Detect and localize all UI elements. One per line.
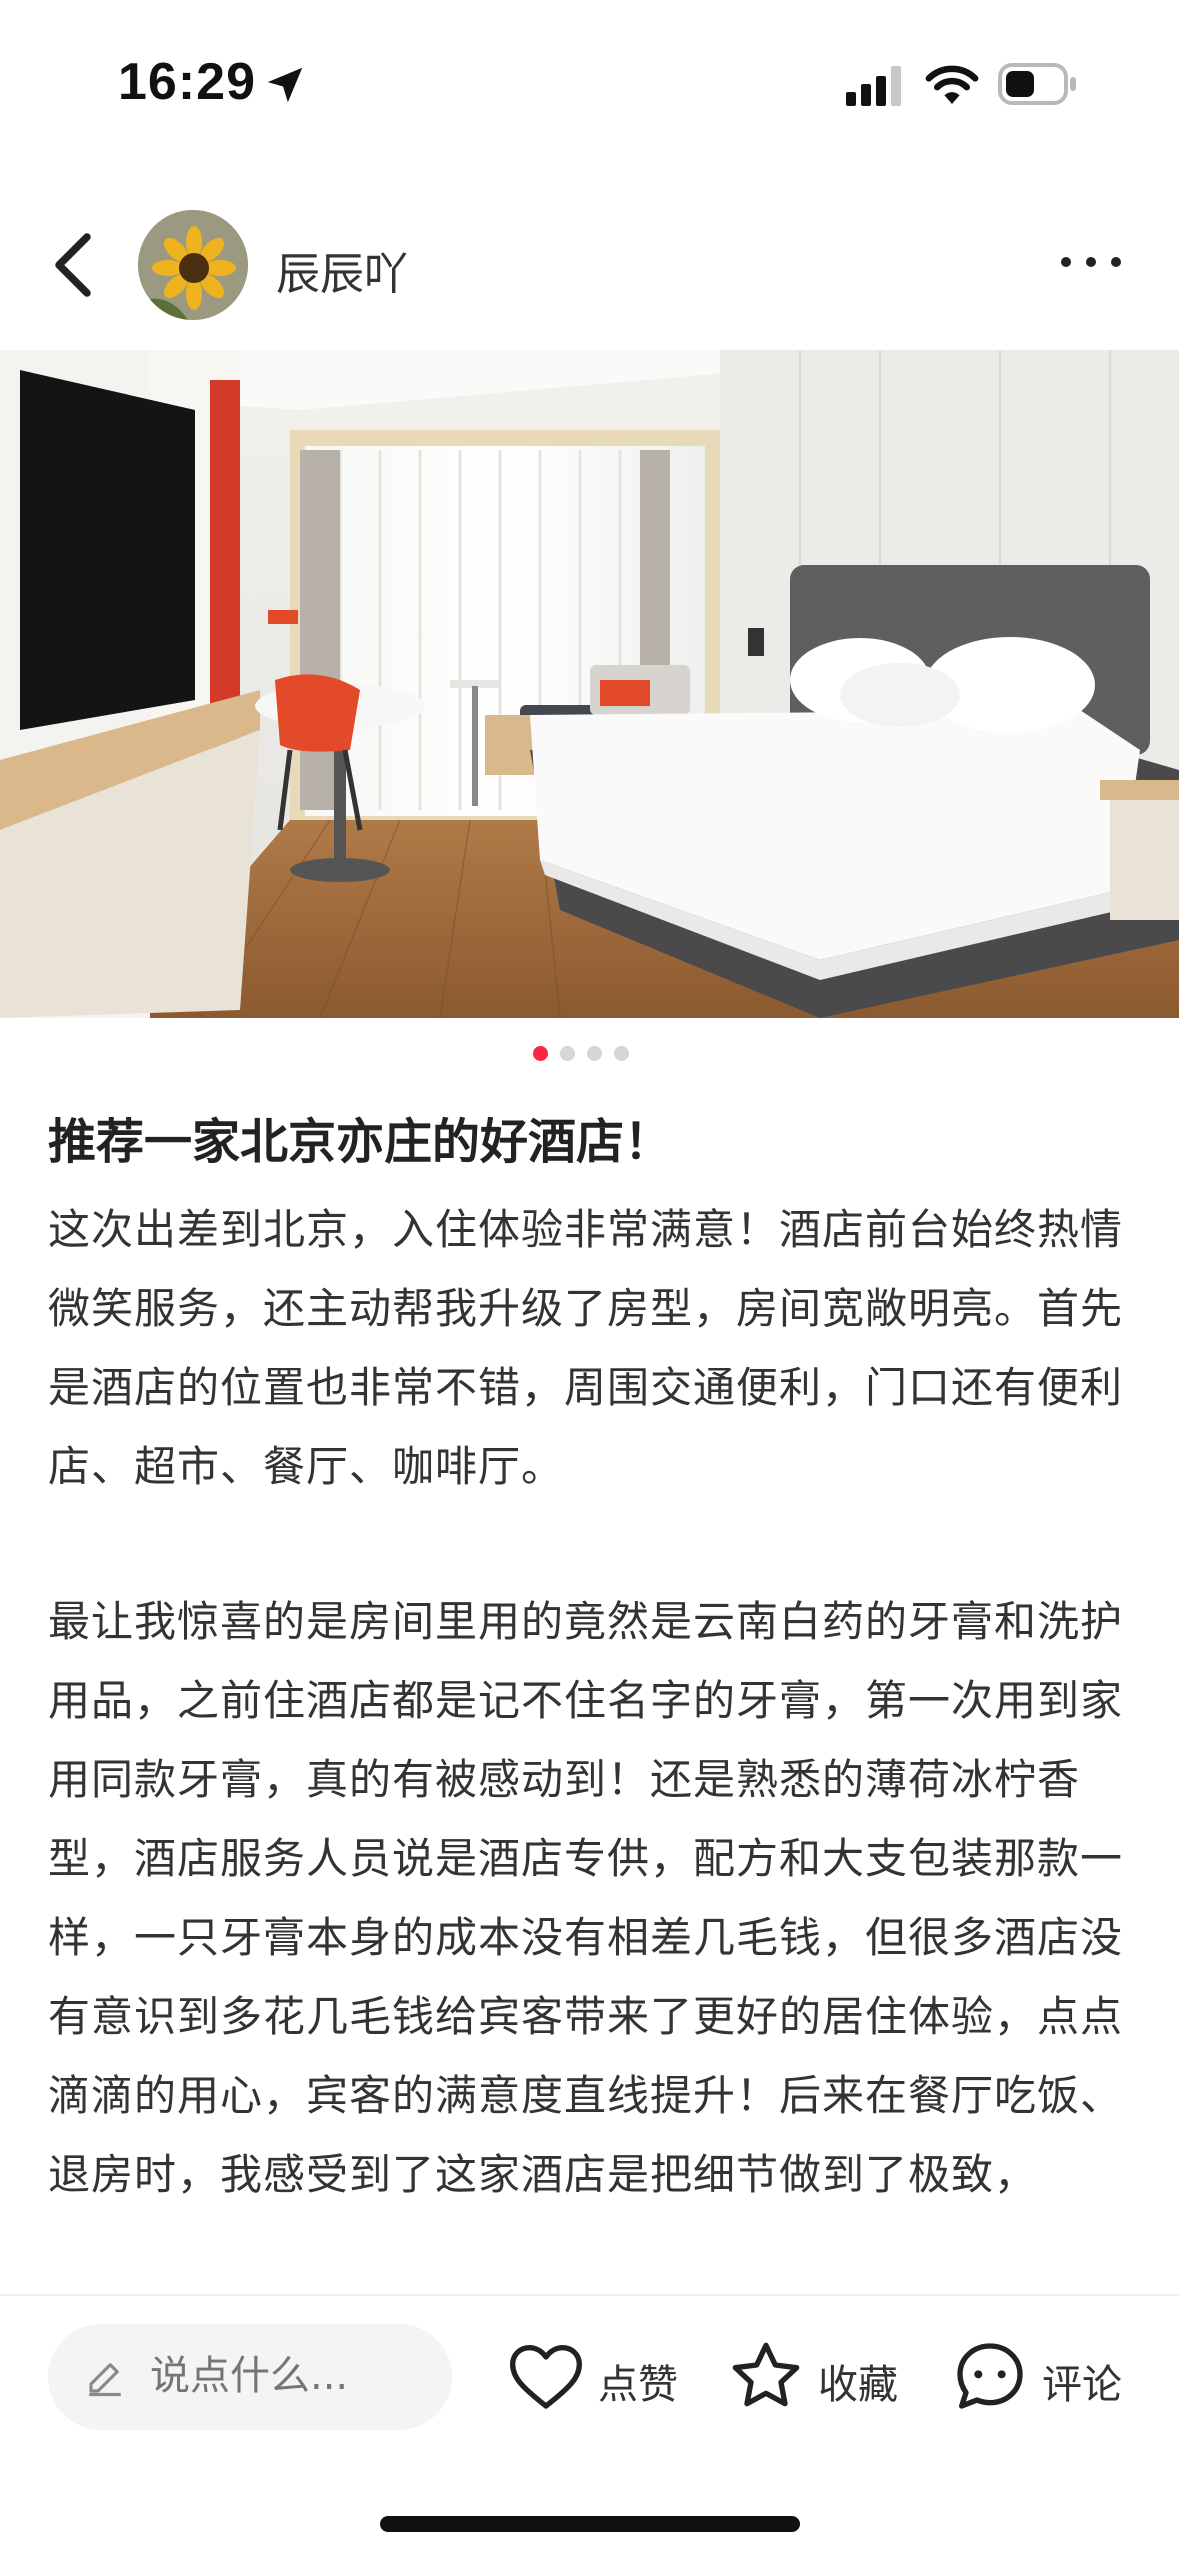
post-title: 推荐一家北京亦庄的好酒店！ — [48, 1114, 673, 1170]
pen-icon — [89, 2363, 121, 2397]
status-bar: 16:29 — [0, 0, 1179, 170]
sunflower-image — [138, 210, 248, 320]
post-paragraph-1: 这次出差到北京，入住体验非常满意！酒店前台始终热情微笑服务，还主动帮我升级了房型… — [48, 1205, 1124, 1491]
bottom-bar-divider — [0, 2294, 1179, 2296]
author-name[interactable]: 辰辰吖 — [276, 238, 408, 302]
collect-label: 收藏 — [818, 2362, 898, 2408]
battery-icon — [998, 63, 1076, 105]
author-avatar[interactable] — [138, 210, 248, 320]
carousel-indicator — [533, 1046, 653, 1062]
carousel-dot-active — [533, 1046, 548, 1061]
comment-bubble-icon — [957, 2343, 1023, 2409]
like-label: 点赞 — [598, 2362, 678, 2408]
carousel-dot — [560, 1046, 575, 1061]
heart-icon — [509, 2345, 582, 2409]
post-paragraph-2: 最让我惊喜的是房间里用的竟然是云南白药的牙膏和洗护用品，之前住酒店都是记不住名字… — [48, 1597, 1124, 2199]
home-indicator[interactable] — [380, 2516, 800, 2532]
comment-input-box[interactable] — [48, 2324, 452, 2430]
post-image-carousel[interactable] — [0, 350, 1179, 1018]
back-arrow-icon[interactable] — [48, 230, 98, 300]
status-time: 16:29 — [118, 53, 256, 111]
star-icon — [732, 2342, 800, 2407]
post-header: 辰辰吖 — [0, 200, 1179, 330]
wifi-icon — [925, 65, 979, 104]
cellular-signal-icon — [846, 66, 901, 106]
carousel-dot — [587, 1046, 602, 1061]
comment-label: 评论 — [1042, 2362, 1122, 2408]
more-options-icon[interactable] — [1058, 242, 1124, 282]
location-arrow-icon — [267, 67, 303, 103]
hotel-room-photo — [0, 350, 1179, 1018]
comment-input[interactable] — [148, 2352, 432, 2400]
carousel-dot — [614, 1046, 629, 1061]
